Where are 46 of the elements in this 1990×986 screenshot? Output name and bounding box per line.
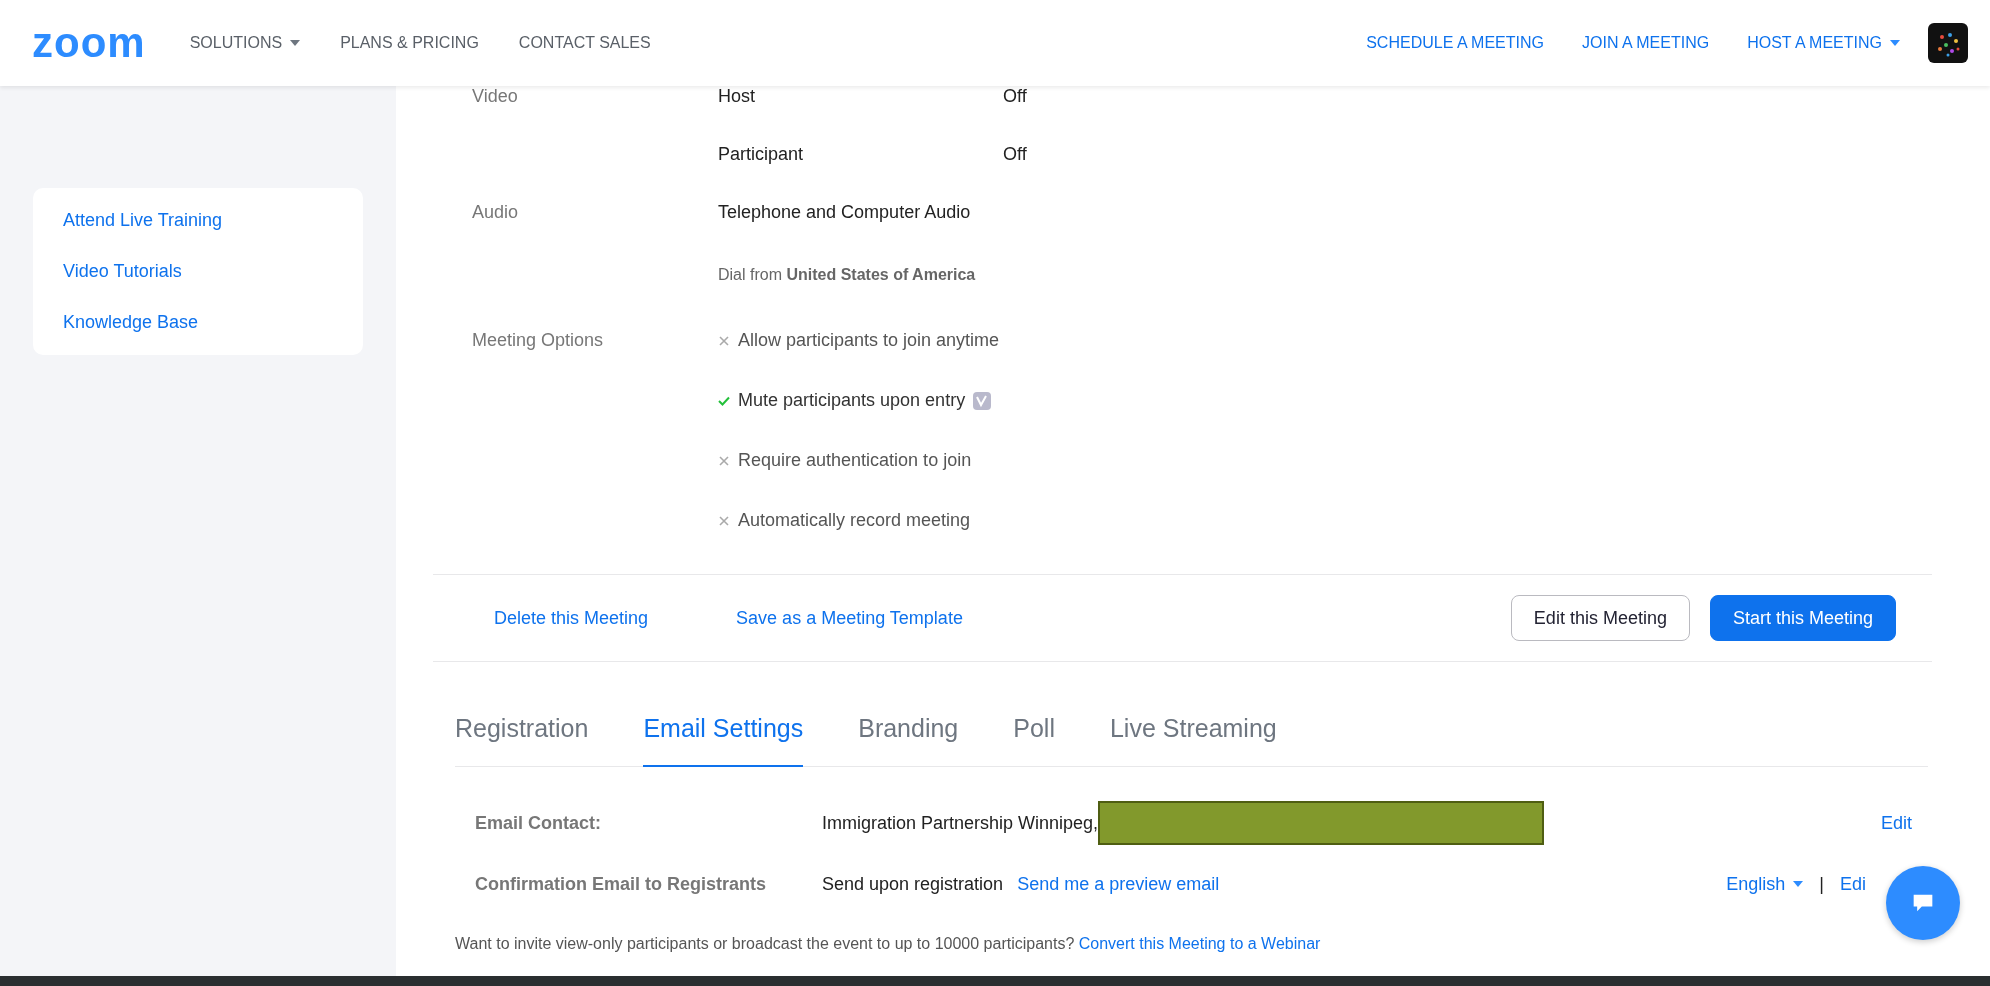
nav-link[interactable]: SOLUTIONS (189, 34, 301, 52)
zoom-logo[interactable]: zoom (32, 19, 146, 67)
tab[interactable]: Email Settings (643, 714, 804, 767)
option-text: Automatically record meeting (738, 510, 971, 531)
tab[interactable]: Registration (455, 714, 589, 767)
edit-link[interactable]: Edi (1840, 873, 1866, 895)
separator-text: | (1819, 873, 1824, 895)
field-value: Participant (718, 144, 805, 166)
option-text: Mute participants upon entry (738, 390, 966, 411)
caret-icon (1793, 881, 1804, 887)
setting-value: Immigration Partnership Winnipeg, (822, 812, 1099, 834)
option-text: Require authentication to join (738, 450, 972, 471)
help-link[interactable]: Video Tutorials (63, 261, 363, 282)
tab[interactable]: Live Streaming (1109, 714, 1277, 767)
chat-button[interactable] (1886, 866, 1960, 940)
field-value: Telephone and Computer Audio (718, 202, 972, 224)
option-text: Allow participants to join anytime (738, 330, 1000, 351)
preview-email-link[interactable]: Send me a preview email (1017, 873, 1220, 895)
action-link[interactable]: Save as a Meeting Template (736, 607, 963, 629)
language-dropdown[interactable]: English (1726, 873, 1804, 895)
nav-link[interactable]: PLANS & PRICING (340, 34, 479, 52)
avatar-icon[interactable] (1928, 23, 1968, 63)
help-link[interactable]: Knowledge Base (63, 312, 363, 333)
edit-link[interactable]: Edit (1880, 812, 1912, 834)
setting-value: Send upon registration (822, 873, 1004, 895)
dial-in-text: Dial from United States of America (718, 266, 976, 285)
field-value: Off (1003, 144, 1027, 166)
nav-link[interactable]: JOIN A MEETING (1582, 34, 1710, 52)
help-link[interactable]: Attend Live Training (63, 210, 363, 231)
tab[interactable]: Branding (858, 714, 959, 767)
field-label: Meeting Options (472, 330, 605, 352)
nav-link[interactable]: SCHEDULE A MEETING (1366, 34, 1544, 52)
field-label: Audio (472, 202, 520, 224)
tab[interactable]: Poll (1013, 714, 1055, 767)
start-meeting-button[interactable]: Start this Meeting (1709, 595, 1896, 641)
setting-label: Email Contact: (475, 812, 603, 834)
action-link[interactable]: Delete this Meeting (494, 607, 649, 629)
field-value: Host (718, 86, 756, 108)
field-label: Video (472, 86, 519, 108)
setting-label: Confirmation Email to Registrants (475, 873, 768, 895)
webinar-note: Want to invite view-only participants or broadcast the event to up to 10000 participants? Convert this Meeting to a Webinar (455, 935, 1322, 953)
nav-link[interactable]: CONTACT SALES (518, 34, 651, 52)
nav-link[interactable]: HOST A MEETING (1747, 34, 1900, 52)
convert-webinar-link[interactable]: Convert this Meeting to a Webinar (1078, 935, 1321, 952)
edit-meeting-button[interactable]: Edit this Meeting (1510, 595, 1690, 641)
field-value: Off (1003, 86, 1027, 108)
